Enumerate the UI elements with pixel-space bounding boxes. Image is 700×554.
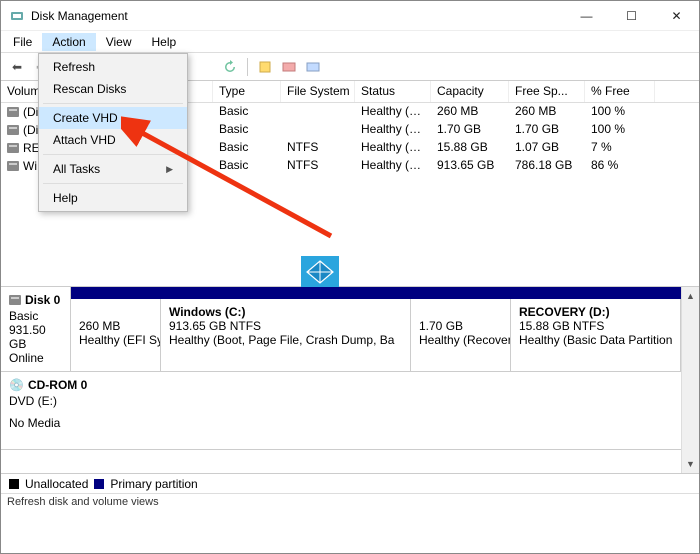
legend-unallocated: Unallocated xyxy=(25,477,88,491)
swatch-primary xyxy=(94,479,104,489)
watermark-logo xyxy=(301,256,339,288)
menu-item-refresh[interactable]: Refresh xyxy=(39,56,187,78)
partition[interactable]: Windows (C:)913.65 GB NTFSHealthy (Boot,… xyxy=(161,299,411,371)
col-type[interactable]: Type xyxy=(213,81,281,102)
scroll-down-icon[interactable]: ▼ xyxy=(686,455,695,473)
menu-action[interactable]: Action xyxy=(42,33,95,51)
toolbar-icon-2[interactable] xyxy=(279,57,299,77)
col-free-space[interactable]: Free Sp... xyxy=(509,81,585,102)
col-pct-free[interactable]: % Free xyxy=(585,81,655,102)
menu-view[interactable]: View xyxy=(96,33,142,51)
menu-help[interactable]: Help xyxy=(142,33,187,51)
action-dropdown: Refresh Rescan Disks Create VHD Attach V… xyxy=(38,53,188,212)
legend: Unallocated Primary partition xyxy=(1,473,699,493)
disk-icon xyxy=(9,295,21,305)
drive-icon xyxy=(7,161,19,171)
disks-pane: Disk 0 Basic 931.50 GB Online 260 MBHeal… xyxy=(1,287,699,493)
menu-file[interactable]: File xyxy=(3,33,42,51)
statusbar: Refresh disk and volume views xyxy=(1,493,699,513)
partition[interactable]: 260 MBHealthy (EFI Sy xyxy=(71,299,161,371)
menu-item-attach-vhd[interactable]: Attach VHD xyxy=(39,129,187,151)
menu-item-rescan[interactable]: Rescan Disks xyxy=(39,78,187,100)
partition-bar xyxy=(71,287,681,299)
disk-0-block[interactable]: Disk 0 Basic 931.50 GB Online 260 MBHeal… xyxy=(1,287,681,372)
drive-icon xyxy=(7,107,19,117)
toolbar-icon-3[interactable] xyxy=(303,57,323,77)
menu-item-create-vhd[interactable]: Create VHD xyxy=(39,107,187,129)
cdrom-icon: 💿 xyxy=(9,378,24,392)
drive-icon xyxy=(7,143,19,153)
menubar: File Action View Help xyxy=(1,31,699,53)
partition[interactable]: RECOVERY (D:)15.88 GB NTFSHealthy (Basic… xyxy=(511,299,681,371)
swatch-unallocated xyxy=(9,479,19,489)
col-capacity[interactable]: Capacity xyxy=(431,81,509,102)
minimize-button[interactable]: — xyxy=(564,1,609,31)
back-icon[interactable]: ⬅ xyxy=(7,57,27,77)
window-title: Disk Management xyxy=(31,9,564,23)
cdrom-block[interactable]: 💿CD-ROM 0 DVD (E:) No Media xyxy=(1,372,681,450)
close-button[interactable]: ✕ xyxy=(654,1,699,31)
legend-primary: Primary partition xyxy=(110,477,197,491)
scrollbar[interactable]: ▲ ▼ xyxy=(681,287,699,473)
titlebar: Disk Management — ☐ ✕ xyxy=(1,1,699,31)
toolbar-icon-1[interactable] xyxy=(255,57,275,77)
disk-0-label: Disk 0 Basic 931.50 GB Online xyxy=(1,287,71,371)
partition[interactable]: 1.70 GBHealthy (Recovery Pa xyxy=(411,299,511,371)
drive-icon xyxy=(7,125,19,135)
menu-item-all-tasks[interactable]: All Tasks▶ xyxy=(39,158,187,180)
menu-item-help[interactable]: Help xyxy=(39,187,187,209)
col-file-system[interactable]: File System xyxy=(281,81,355,102)
col-status[interactable]: Status xyxy=(355,81,431,102)
scroll-up-icon[interactable]: ▲ xyxy=(686,287,695,305)
submenu-arrow-icon: ▶ xyxy=(166,164,173,175)
app-icon xyxy=(9,8,25,24)
maximize-button[interactable]: ☐ xyxy=(609,1,654,31)
refresh-icon[interactable] xyxy=(220,57,240,77)
